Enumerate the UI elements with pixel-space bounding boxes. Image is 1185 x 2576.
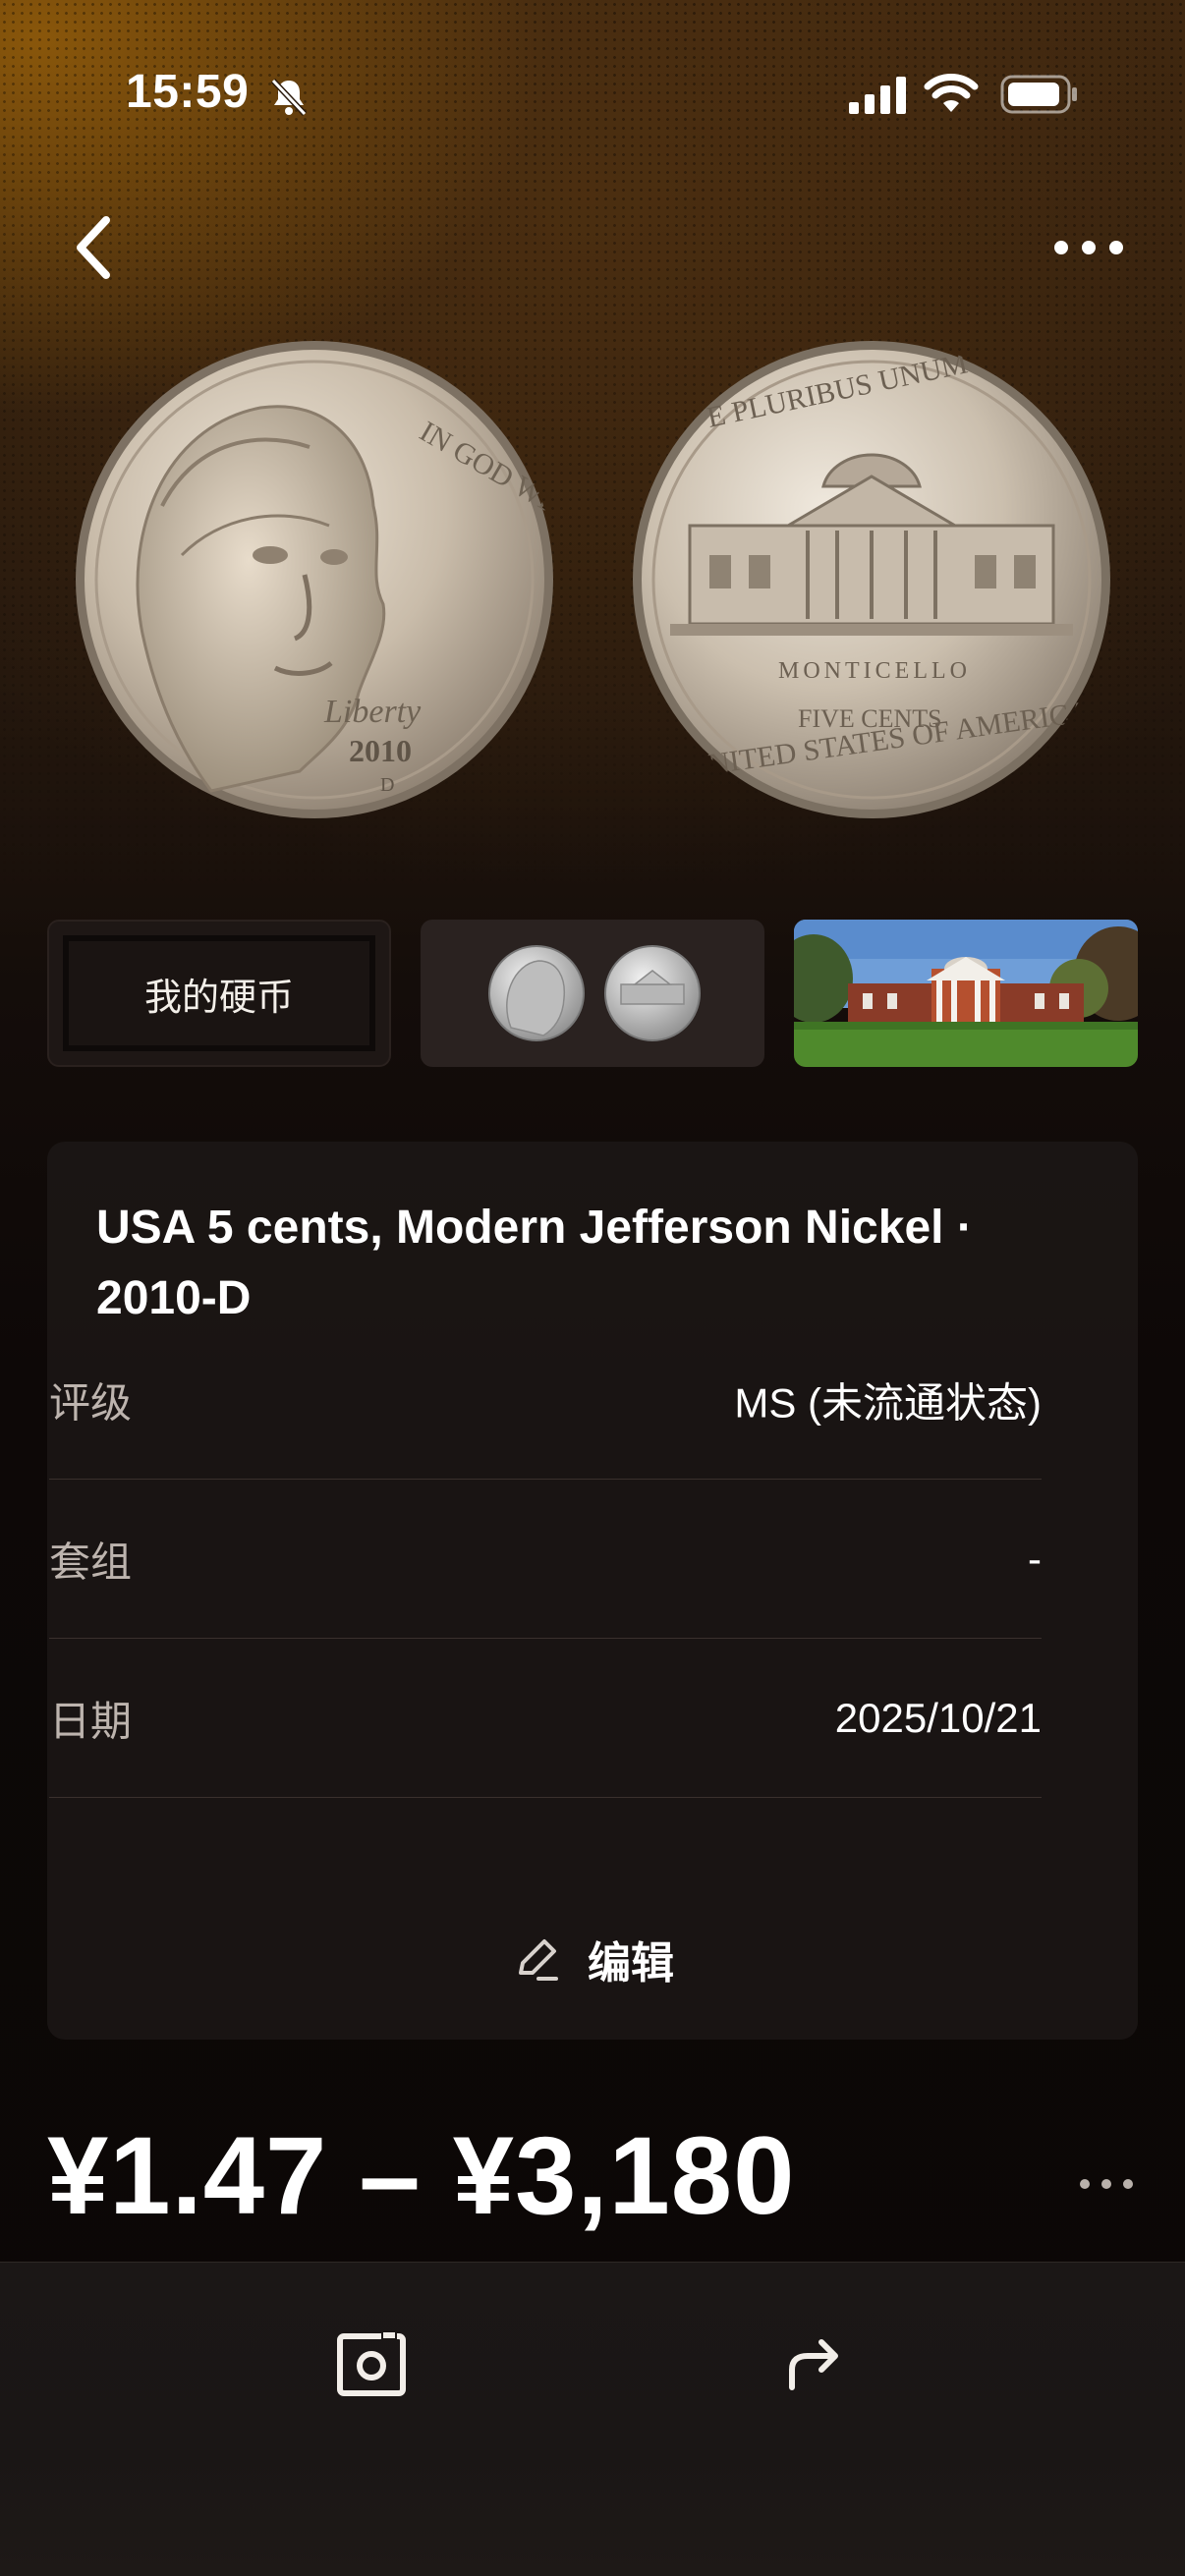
pencil-icon xyxy=(519,1939,558,1981)
thumbnail-monticello-photo[interactable] xyxy=(794,920,1138,1067)
detail-label: 日期 xyxy=(49,1698,133,1744)
edit-button[interactable]: 编辑 xyxy=(47,1878,1138,2040)
detail-value: MS (未流通状态) xyxy=(734,1379,1042,1426)
detail-label: 评级 xyxy=(49,1379,133,1426)
silent-bell-icon xyxy=(270,78,308,117)
cellular-signal-icon xyxy=(849,77,906,114)
more-horizontal-icon[interactable] xyxy=(1051,228,1126,267)
detail-label: 套组 xyxy=(49,1539,133,1585)
status-time: 15:59 xyxy=(126,66,250,118)
svg-text:2010: 2010 xyxy=(349,733,412,768)
coin-reverse-image[interactable]: E PLURIBUS UNUM MONTICELLO FIVE CENTS UN… xyxy=(631,339,1112,820)
coin-pair-image xyxy=(488,945,701,1041)
thumbnail-coin-pair[interactable] xyxy=(421,920,764,1067)
chevron-left-icon[interactable] xyxy=(63,206,126,289)
share-icon[interactable] xyxy=(782,2332,845,2395)
coin-obverse-image[interactable]: IN GOD WE TRUST Liberty 2010 D xyxy=(74,339,555,820)
coin-title: USA 5 cents, Modern Jefferson Nickel · 2… xyxy=(96,1202,973,1324)
svg-text:MONTICELLO: MONTICELLO xyxy=(778,658,971,684)
detail-row-date: 日期 2025/10/21 xyxy=(49,1639,1042,1798)
battery-icon xyxy=(1000,75,1077,114)
svg-text:D: D xyxy=(380,774,394,796)
camera-icon[interactable] xyxy=(334,2326,409,2401)
monticello-photo xyxy=(794,920,1138,1067)
thumbnail-my-coin[interactable]: 我的硬币 xyxy=(47,920,391,1067)
detail-value: 2025/10/21 xyxy=(834,1694,1042,1741)
wifi-icon xyxy=(924,74,979,112)
detail-value: - xyxy=(1028,1535,1042,1582)
more-horizontal-icon[interactable] xyxy=(1079,2171,1134,2197)
detail-row-grade: 评级 MS (未流通状态) xyxy=(49,1320,1042,1480)
edit-label: 编辑 xyxy=(588,1939,674,1988)
thumbnail-strip: 我的硬币 xyxy=(47,920,1138,1067)
detail-row-set: 套组 - xyxy=(49,1480,1042,1639)
bottom-toolbar xyxy=(0,2262,1185,2576)
price-range: ¥1.47 – ¥3,180 xyxy=(47,2114,796,2237)
svg-text:Liberty: Liberty xyxy=(323,694,422,730)
thumbnail-label: 我的硬币 xyxy=(143,977,294,1019)
